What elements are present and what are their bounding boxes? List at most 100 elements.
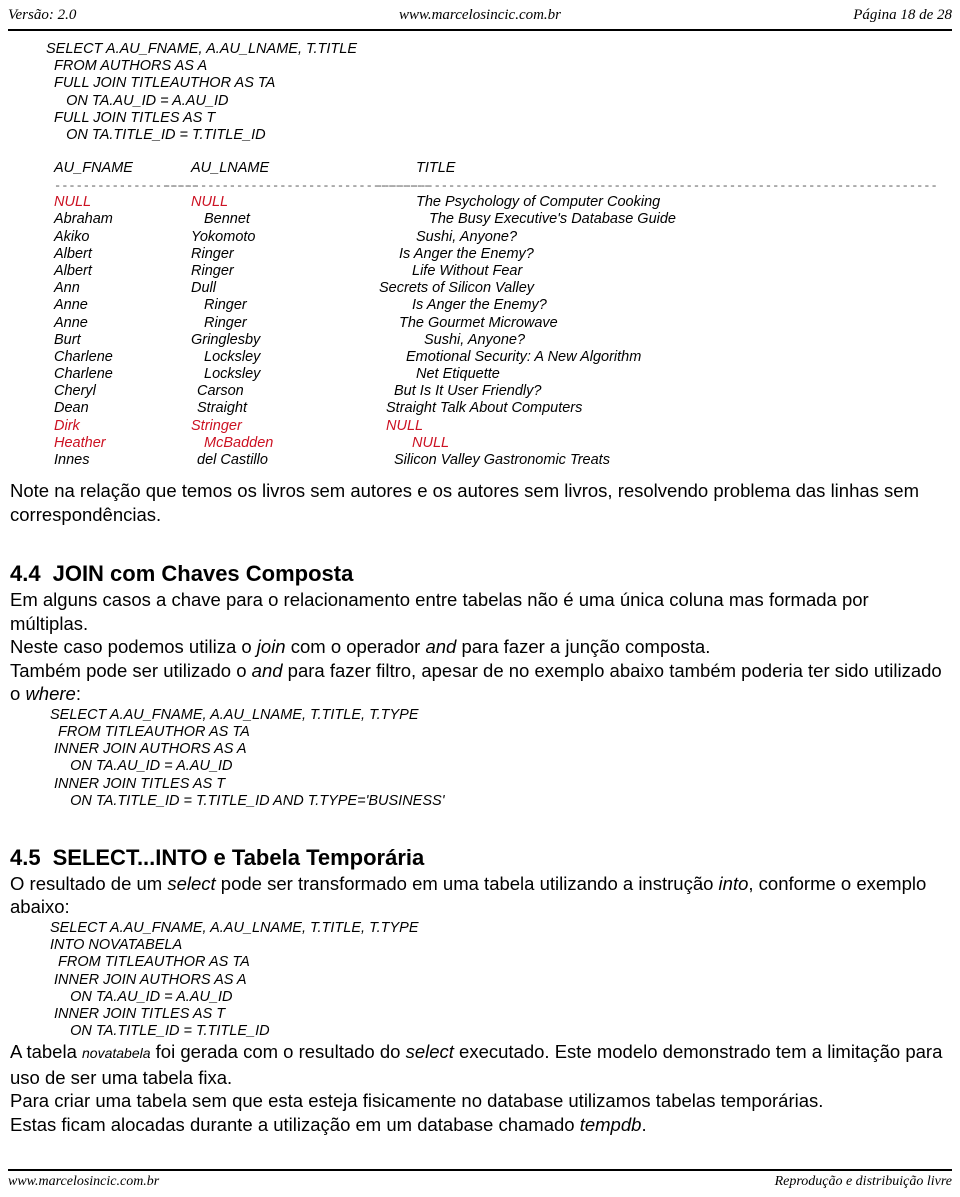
result-rows-container: NULL NULL The Psychology of Computer Cooki…	[10, 194, 950, 469]
cell-title: The Psychology of Computer Cooking	[416, 194, 661, 211]
document-content: SELECT A.AU_FNAME, A.AU_LNAME, T.TITLE F…	[10, 38, 950, 1136]
text-fragment: com o operador	[285, 636, 426, 658]
cell-au-fname: Cheryl	[54, 383, 96, 400]
section-45-number: 4.5	[10, 844, 41, 870]
table-row: Dirk Stringer NULL	[46, 418, 950, 435]
keyword-and: and	[251, 659, 283, 681]
cell-au-fname: Heather	[54, 434, 106, 451]
cell-title: Is Anger the Enemy?	[412, 297, 547, 314]
cell-title: Net Etiquette	[416, 366, 500, 383]
table-row: Albert Ringer Life Without Fear	[46, 263, 950, 280]
cell-au-lname: Locksley	[204, 348, 261, 365]
footer-website: www.marcelosincic.com.br	[8, 1174, 160, 1189]
table-row: Abraham Bennet The Busy Executive's Databa…	[46, 211, 950, 228]
cell-au-fname: Dean	[54, 400, 89, 417]
section-44-paragraph-2: Neste caso podemos utiliza o join com o …	[10, 635, 950, 659]
sql-block-select-into: SELECT A.AU_FNAME, A.AU_LNAME, T.TITLE, …	[50, 919, 419, 1040]
cell-title: NULL	[386, 417, 424, 434]
cell-au-fname: Albert	[54, 262, 92, 279]
text-fragment: foi gerada com o resultado do	[150, 1041, 406, 1063]
section-45-paragraph-1: O resultado de um select pode ser transf…	[10, 872, 950, 919]
table-row: Heather McBadden NULL	[46, 435, 950, 452]
table-row: Burt Gringlesby Sushi, Anyone?	[46, 332, 950, 349]
table-row: Ann Dull Secrets of Silicon Valley	[46, 280, 950, 297]
cell-au-fname: Innes	[54, 452, 90, 469]
table-row: Charlene Locksley Emotional Security: A Ne…	[46, 349, 950, 366]
cell-au-fname: Charlene	[54, 366, 113, 383]
footer-divider	[8, 1169, 952, 1171]
result-header-row: AU_FNAME AU_LNAME TITLE	[46, 160, 950, 180]
cell-au-fname: Albert	[54, 245, 92, 262]
cell-title: But Is It User Friendly?	[394, 383, 542, 400]
cell-title: The Busy Executive's Database Guide	[429, 211, 676, 228]
cell-au-lname: Ringer	[191, 245, 234, 262]
sql-block-inner-join-composite: SELECT A.AU_FNAME, A.AU_LNAME, T.TITLE, …	[50, 706, 445, 809]
cell-au-fname: Anne	[54, 297, 88, 314]
text-fragment: O resultado de um	[10, 872, 168, 894]
column-header-title: TITLE	[416, 160, 456, 177]
cell-au-fname: NULL	[54, 194, 92, 211]
text-fragment: pode ser transformado em uma tabela util…	[215, 872, 719, 894]
cell-au-lname: Gringlesby	[191, 331, 261, 348]
section-44-paragraph-1: Em alguns casos a chave para o relaciona…	[10, 589, 869, 634]
table-row: Anne Ringer Is Anger the Enemy?	[46, 297, 950, 314]
cell-au-fname: Dirk	[54, 417, 80, 434]
cell-au-lname: Bennet	[204, 211, 250, 228]
cell-au-fname: Burt	[54, 331, 81, 348]
footer-distribution: Reprodução e distribuição livre	[774, 1174, 952, 1189]
cell-title: Life Without Fear	[412, 262, 523, 279]
section-44-title: JOIN com Chaves Composta	[52, 561, 354, 587]
cell-au-fname: Charlene	[54, 348, 113, 365]
text-fragment: :	[75, 683, 81, 705]
cell-au-lname: McBadden	[204, 434, 274, 451]
section-45-paragraph-3: Para criar uma tabela sem que esta estej…	[10, 1090, 824, 1112]
text-fragment: Também pode ser utilizado o	[10, 659, 252, 681]
cell-title: Emotional Security: A New Algorithm	[406, 348, 642, 365]
cell-au-fname: Abraham	[54, 211, 113, 228]
cell-au-lname: Yokomoto	[191, 228, 256, 245]
cell-title: Sushi, Anyone?	[416, 228, 518, 245]
cell-title: Is Anger the Enemy?	[399, 245, 534, 262]
section-44-paragraph-3: Também pode ser utilizado o and para faz…	[10, 659, 950, 706]
table-row: Cheryl Carson But Is It User Friendly?	[46, 383, 950, 400]
cell-title: Secrets of Silicon Valley	[379, 280, 535, 297]
keyword-into: into	[718, 872, 749, 894]
database-name-tempdb: tempdb	[579, 1113, 642, 1135]
cell-au-lname: Ringer	[191, 262, 234, 279]
text-fragment: A tabela	[10, 1041, 83, 1063]
section-45-paragraph-2: A tabela novatabela foi gerada com o res…	[10, 1040, 950, 1089]
section-44-heading: 4.4 JOIN com Chaves Composta	[10, 560, 950, 588]
header-divider	[8, 29, 952, 31]
table-row: Akiko Yokomoto Sushi, Anyone?	[46, 229, 950, 246]
section-45-title: SELECT...INTO e Tabela Temporária	[52, 844, 425, 870]
table-name-novatabela: novatabela	[82, 1045, 151, 1062]
keyword-where: where	[25, 683, 76, 705]
cell-au-lname: del Castillo	[197, 452, 268, 469]
header-pagenum: Página 18 de 28	[853, 7, 952, 23]
cell-au-fname: Akiko	[54, 228, 90, 245]
table-row: Albert Ringer Is Anger the Enemy?	[46, 246, 950, 263]
section-45-heading: 4.5 SELECT...INTO e Tabela Temporária	[10, 844, 950, 872]
keyword-select: select	[405, 1041, 454, 1063]
result-header-divider: -------------------- -------------------…	[46, 180, 950, 194]
cell-au-lname: Stringer	[191, 417, 242, 434]
cell-title: Sushi, Anyone?	[424, 331, 526, 348]
table-row: Dean Straight Straight Talk About Computer…	[46, 400, 950, 417]
cell-au-lname: Carson	[197, 383, 244, 400]
cell-au-lname: Straight	[197, 400, 247, 417]
cell-au-lname: Ringer	[204, 314, 247, 331]
table-row: Anne Ringer The Gourmet Microwave	[46, 315, 950, 332]
cell-title: Silicon Valley Gastronomic Treats	[394, 452, 610, 469]
cell-au-lname: Dull	[191, 280, 216, 297]
query-result-table: AU_FNAME AU_LNAME TITLE ----------------…	[10, 160, 950, 469]
sql-block-full-join: SELECT A.AU_FNAME, A.AU_LNAME, T.TITLE F…	[46, 41, 358, 144]
header-website: www.marcelosincic.com.br	[398, 7, 562, 23]
keyword-select: select	[167, 872, 216, 894]
column-header-au-lname: AU_LNAME	[191, 160, 270, 177]
divider-segment-3: ----------------------------------------…	[376, 180, 938, 194]
table-row: Innes del Castillo Silicon Valley Gastrono…	[46, 452, 950, 469]
cell-title: Straight Talk About Computers	[386, 400, 583, 417]
